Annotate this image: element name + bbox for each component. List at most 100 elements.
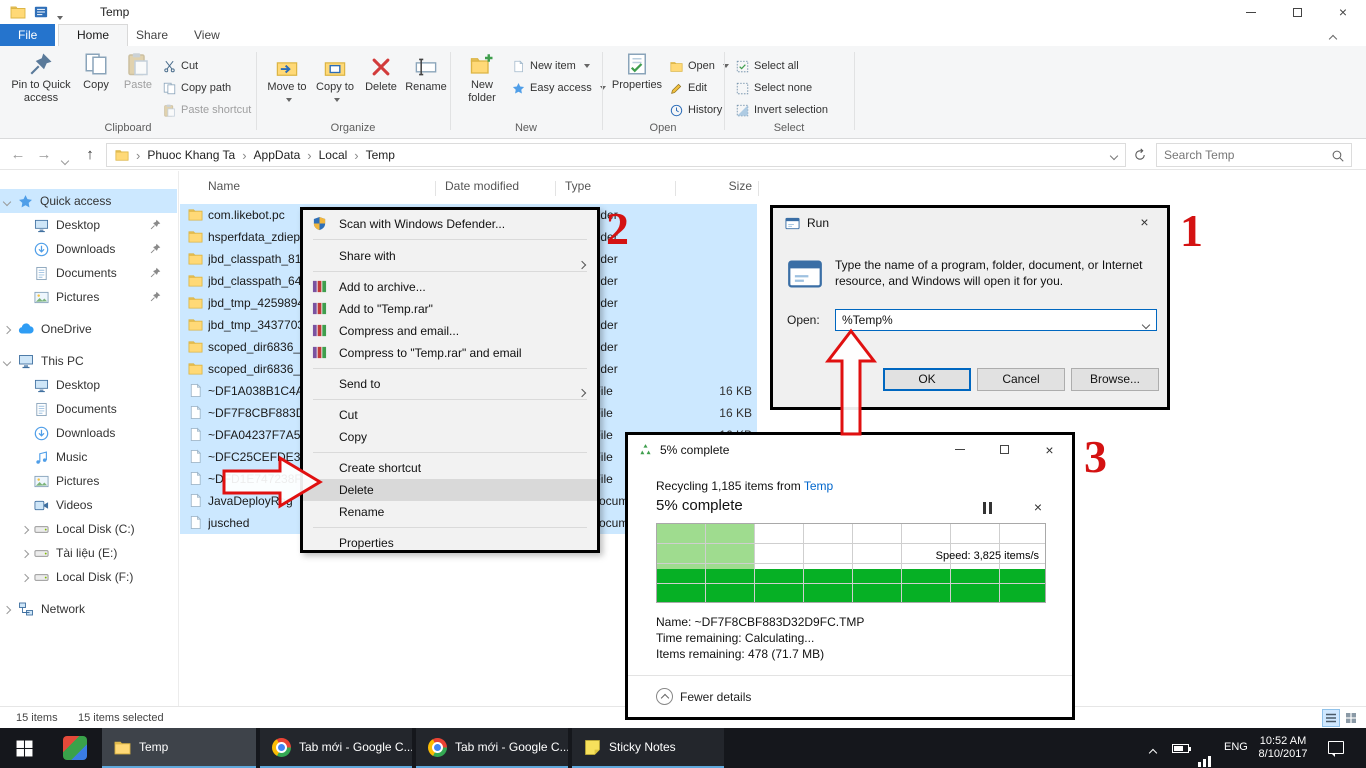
- clock[interactable]: 10:52 AM 8/10/2017: [1250, 735, 1316, 761]
- move-to-button[interactable]: Move to: [264, 54, 310, 107]
- menu-item-compress-email[interactable]: Compress and email...: [303, 320, 597, 342]
- minimize-button[interactable]: [1228, 0, 1274, 24]
- pause-button[interactable]: [980, 501, 998, 515]
- sidebar-item-desktop[interactable]: Desktop: [0, 213, 177, 237]
- chevron-right-icon[interactable]: [22, 546, 28, 560]
- sidebar-item-disk-f[interactable]: Local Disk (F:): [0, 565, 177, 589]
- sidebar-item-onedrive[interactable]: OneDrive: [0, 317, 177, 341]
- chevron-down-icon[interactable]: [4, 354, 10, 368]
- column-divider[interactable]: [555, 181, 556, 196]
- combobox-chevron-icon[interactable]: [1143, 317, 1149, 331]
- breadcrumb-segment[interactable]: Temp: [366, 148, 395, 162]
- copy-path-button[interactable]: Copy path: [163, 78, 231, 98]
- copy-button[interactable]: Copy: [76, 50, 116, 92]
- sidebar-item-network[interactable]: Network: [0, 597, 177, 621]
- sidebar-item-pc-desktop[interactable]: Desktop: [0, 373, 177, 397]
- edit-button[interactable]: Edit: [670, 78, 707, 98]
- sidebar-item-pictures[interactable]: Pictures: [0, 285, 177, 309]
- address-dropdown-caret[interactable]: [1111, 148, 1117, 162]
- new-item-button[interactable]: New item: [512, 56, 590, 76]
- taskbar-button-sticky-notes[interactable]: Sticky Notes: [572, 728, 724, 768]
- collapse-ribbon-icon[interactable]: [1330, 31, 1336, 45]
- run-command-input[interactable]: [836, 310, 1128, 330]
- column-divider[interactable]: [758, 181, 759, 196]
- menu-item-add-to-temp-rar[interactable]: Add to "Temp.rar": [303, 298, 597, 320]
- menu-item-properties[interactable]: Properties: [303, 532, 597, 554]
- menu-item-cut[interactable]: Cut: [303, 404, 597, 426]
- select-all-button[interactable]: Select all: [736, 56, 799, 76]
- progress-minimize-button[interactable]: [937, 435, 982, 464]
- search-box[interactable]: [1156, 143, 1352, 167]
- delete-button[interactable]: Delete: [360, 54, 402, 94]
- copy-to-button[interactable]: Copy to: [312, 54, 358, 107]
- menu-item-delete[interactable]: Delete: [303, 479, 597, 501]
- breadcrumb-segment[interactable]: Local: [319, 148, 348, 162]
- sidebar-item-music[interactable]: Music: [0, 445, 177, 469]
- close-button[interactable]: ×: [1320, 0, 1366, 24]
- sidebar-item-pc-pictures[interactable]: Pictures: [0, 469, 177, 493]
- taskbar-button-explorer[interactable]: Temp: [102, 728, 256, 768]
- fewer-details-toggle[interactable]: Fewer details: [680, 690, 751, 704]
- invert-selection-button[interactable]: Invert selection: [736, 100, 828, 120]
- search-input[interactable]: [1157, 144, 1325, 166]
- sidebar-item-quick-access[interactable]: Quick access: [0, 189, 177, 213]
- sidebar-item-pc-downloads[interactable]: Downloads: [0, 421, 177, 445]
- paste-shortcut-button[interactable]: Paste shortcut: [163, 100, 251, 120]
- tab-view[interactable]: View: [176, 24, 238, 46]
- maximize-button[interactable]: [1274, 0, 1320, 24]
- sidebar-item-disk-e[interactable]: Tài liệu (E:): [0, 541, 177, 565]
- taskbar-button-chrome-1[interactable]: Tab mới - Google C...: [260, 728, 412, 768]
- menu-item-send-to[interactable]: Send to: [303, 373, 597, 395]
- up-button[interactable]: ↑: [78, 143, 102, 167]
- select-none-button[interactable]: Select none: [736, 78, 812, 98]
- column-header-date-modified[interactable]: Date modified: [445, 179, 519, 193]
- menu-item-copy[interactable]: Copy: [303, 426, 597, 448]
- menu-item-scan-defender[interactable]: Scan with Windows Defender...: [303, 213, 597, 235]
- back-button[interactable]: ←: [6, 143, 30, 167]
- sidebar-item-videos[interactable]: Videos: [0, 493, 177, 517]
- start-button[interactable]: [0, 728, 48, 768]
- forward-button[interactable]: →: [32, 143, 56, 167]
- browse-button[interactable]: Browse...: [1071, 368, 1159, 391]
- recent-locations-caret[interactable]: [62, 153, 68, 167]
- pin-to-quick-access-button[interactable]: Pin to Quick access: [8, 50, 74, 105]
- chevron-right-icon[interactable]: [22, 522, 28, 536]
- fewer-details-chevron-icon[interactable]: [656, 688, 673, 705]
- sidebar-item-pc-documents[interactable]: Documents: [0, 397, 177, 421]
- breadcrumb-segment[interactable]: AppData: [254, 148, 301, 162]
- breadcrumb[interactable]: › Phuoc Khang Ta › AppData › Local › Tem…: [106, 143, 1126, 167]
- sidebar-item-disk-c[interactable]: Local Disk (C:): [0, 517, 177, 541]
- taskbar-pinned-app-button[interactable]: [52, 728, 98, 768]
- qat-dropdown-caret[interactable]: [54, 10, 63, 24]
- battery-icon[interactable]: [1172, 744, 1189, 753]
- taskbar-button-chrome-2[interactable]: Tab mới - Google C...: [416, 728, 568, 768]
- menu-item-share-with[interactable]: Share with: [303, 245, 597, 267]
- action-center-icon[interactable]: [1328, 741, 1344, 754]
- sidebar-item-this-pc[interactable]: This PC: [0, 349, 177, 373]
- run-command-combobox[interactable]: [835, 309, 1157, 331]
- refresh-button[interactable]: [1128, 143, 1152, 167]
- column-header-size[interactable]: Size: [688, 179, 752, 193]
- rename-button[interactable]: Rename: [404, 54, 448, 94]
- ok-button[interactable]: OK: [883, 368, 971, 391]
- chevron-right-icon[interactable]: [22, 570, 28, 584]
- history-button[interactable]: History: [670, 100, 722, 120]
- tray-chevron-up-icon[interactable]: [1150, 745, 1156, 759]
- language-indicator[interactable]: ENG: [1224, 741, 1248, 753]
- paste-button[interactable]: Paste: [118, 50, 158, 92]
- details-view-toggle[interactable]: [1322, 709, 1340, 727]
- tab-file[interactable]: File: [0, 24, 55, 46]
- cut-button[interactable]: Cut: [163, 56, 198, 76]
- cancel-button[interactable]: Cancel: [977, 368, 1065, 391]
- chevron-right-icon[interactable]: [4, 602, 10, 616]
- new-folder-button[interactable]: New folder: [458, 50, 506, 105]
- column-divider[interactable]: [435, 181, 436, 196]
- quick-access-toolbar-icon[interactable]: [34, 5, 48, 19]
- menu-item-compress-temp-rar-email[interactable]: Compress to "Temp.rar" and email: [303, 342, 597, 364]
- thumbnails-view-toggle[interactable]: [1342, 709, 1360, 727]
- easy-access-button[interactable]: Easy access: [512, 78, 606, 98]
- chevron-down-icon[interactable]: [4, 194, 10, 208]
- chevron-right-icon[interactable]: [4, 322, 10, 336]
- menu-item-create-shortcut[interactable]: Create shortcut: [303, 457, 597, 479]
- sidebar-item-downloads[interactable]: Downloads: [0, 237, 177, 261]
